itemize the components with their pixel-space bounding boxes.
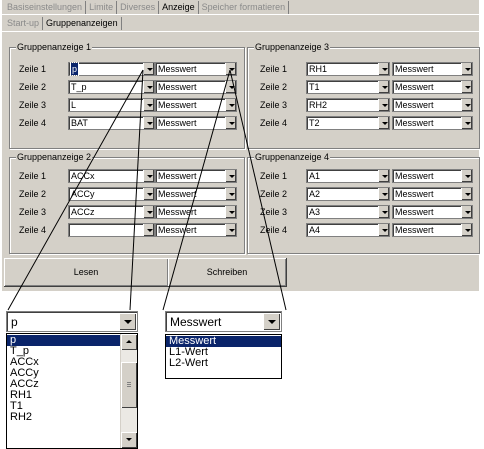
grip-line — [127, 386, 131, 387]
list-item[interactable]: RH2 — [7, 412, 137, 423]
zoom-mode-list[interactable]: Messwert L1-Wert L2-Wert — [165, 334, 282, 379]
grip-line — [127, 382, 131, 383]
arrow-down-icon — [126, 438, 132, 441]
arrow-up-icon — [126, 340, 132, 343]
scroll-up-button[interactable] — [121, 334, 137, 350]
dropdown-button[interactable] — [263, 313, 280, 330]
scroll-down-button[interactable] — [121, 432, 137, 448]
list-item[interactable]: L2-Wert — [166, 358, 281, 369]
chevron-down-icon — [124, 320, 132, 324]
zoom-value-list[interactable]: p T_p ACCx ACCy ACCz RH1 T1 RH2 — [6, 333, 138, 449]
zoom-value-combo[interactable]: p — [6, 311, 138, 332]
list-scrollbar[interactable] — [120, 334, 137, 448]
chevron-down-icon — [268, 320, 276, 324]
grip-line — [127, 384, 131, 385]
list-item[interactable]: RH1 — [7, 390, 137, 401]
zoom-value-text: p — [11, 315, 18, 329]
dropdown-button[interactable] — [119, 313, 136, 330]
scroll-thumb[interactable] — [121, 362, 137, 408]
zoom-mode-text: Messwert — [170, 315, 222, 329]
zoom-mode-combo[interactable]: Messwert — [165, 311, 282, 332]
